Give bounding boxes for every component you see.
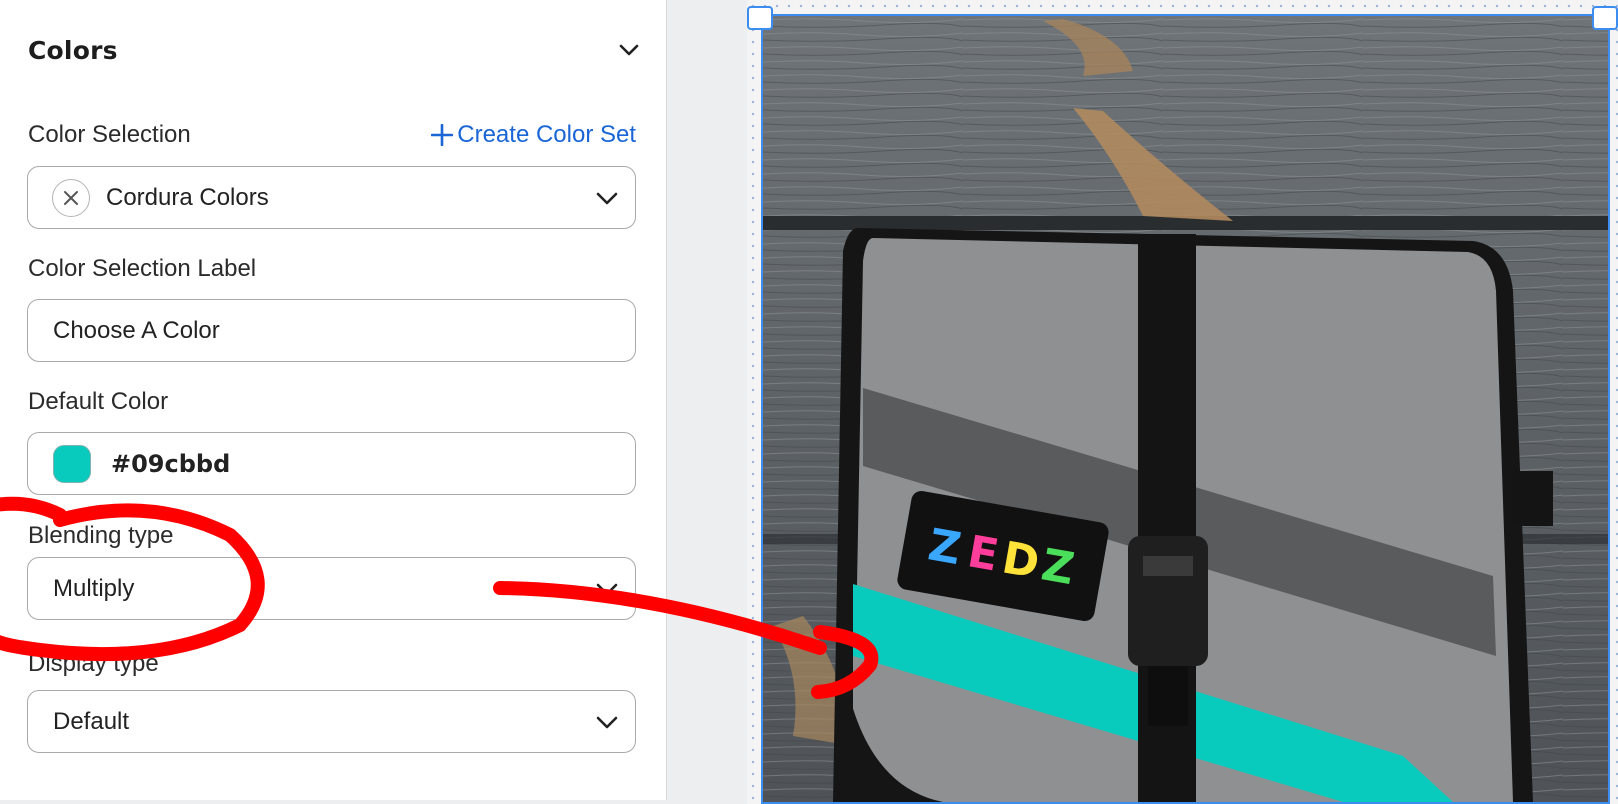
create-color-set-label: Create Color Set — [457, 121, 636, 148]
display-type-label: Display type — [28, 650, 159, 677]
blending-type-value: Multiply — [53, 574, 135, 602]
resize-handle-top-left[interactable] — [747, 6, 773, 30]
color-selection-select[interactable]: Cordura Colors — [27, 166, 636, 229]
color-selection-label-value: Choose A Color — [53, 316, 220, 344]
chevron-down-icon[interactable] — [618, 42, 640, 58]
chevron-down-icon — [596, 583, 618, 596]
color-swatch[interactable] — [53, 444, 91, 483]
blending-type-select[interactable]: Multiply — [27, 557, 636, 620]
color-selection-label-heading: Color Selection Label — [28, 255, 257, 282]
product-photo: Z E D Z — [763, 16, 1608, 802]
create-color-set-link[interactable]: Create Color Set — [431, 121, 636, 149]
chevron-down-icon — [596, 716, 618, 729]
close-icon — [64, 190, 78, 205]
plus-icon — [431, 124, 454, 146]
display-type-select[interactable]: Default — [27, 690, 636, 753]
chevron-down-icon — [596, 192, 618, 205]
display-type-value: Default — [53, 707, 130, 735]
clear-selection-button[interactable] — [52, 178, 90, 217]
blending-type-label: Blending type — [28, 522, 174, 549]
product-image-layer[interactable]: Z E D Z — [761, 14, 1610, 804]
default-color-hex: #09cbbd — [111, 449, 231, 478]
default-color-label: Default Color — [28, 388, 169, 415]
resize-handle-top-right[interactable] — [1592, 6, 1618, 30]
default-color-field[interactable]: #09cbbd — [27, 432, 636, 495]
section-title: Colors — [28, 36, 118, 65]
colors-settings-panel: Colors Color Selection Create Color Set … — [0, 0, 667, 800]
color-selection-label: Color Selection — [28, 121, 191, 148]
color-selection-label-input[interactable]: Choose A Color — [27, 299, 636, 362]
color-selection-value: Cordura Colors — [106, 183, 269, 211]
